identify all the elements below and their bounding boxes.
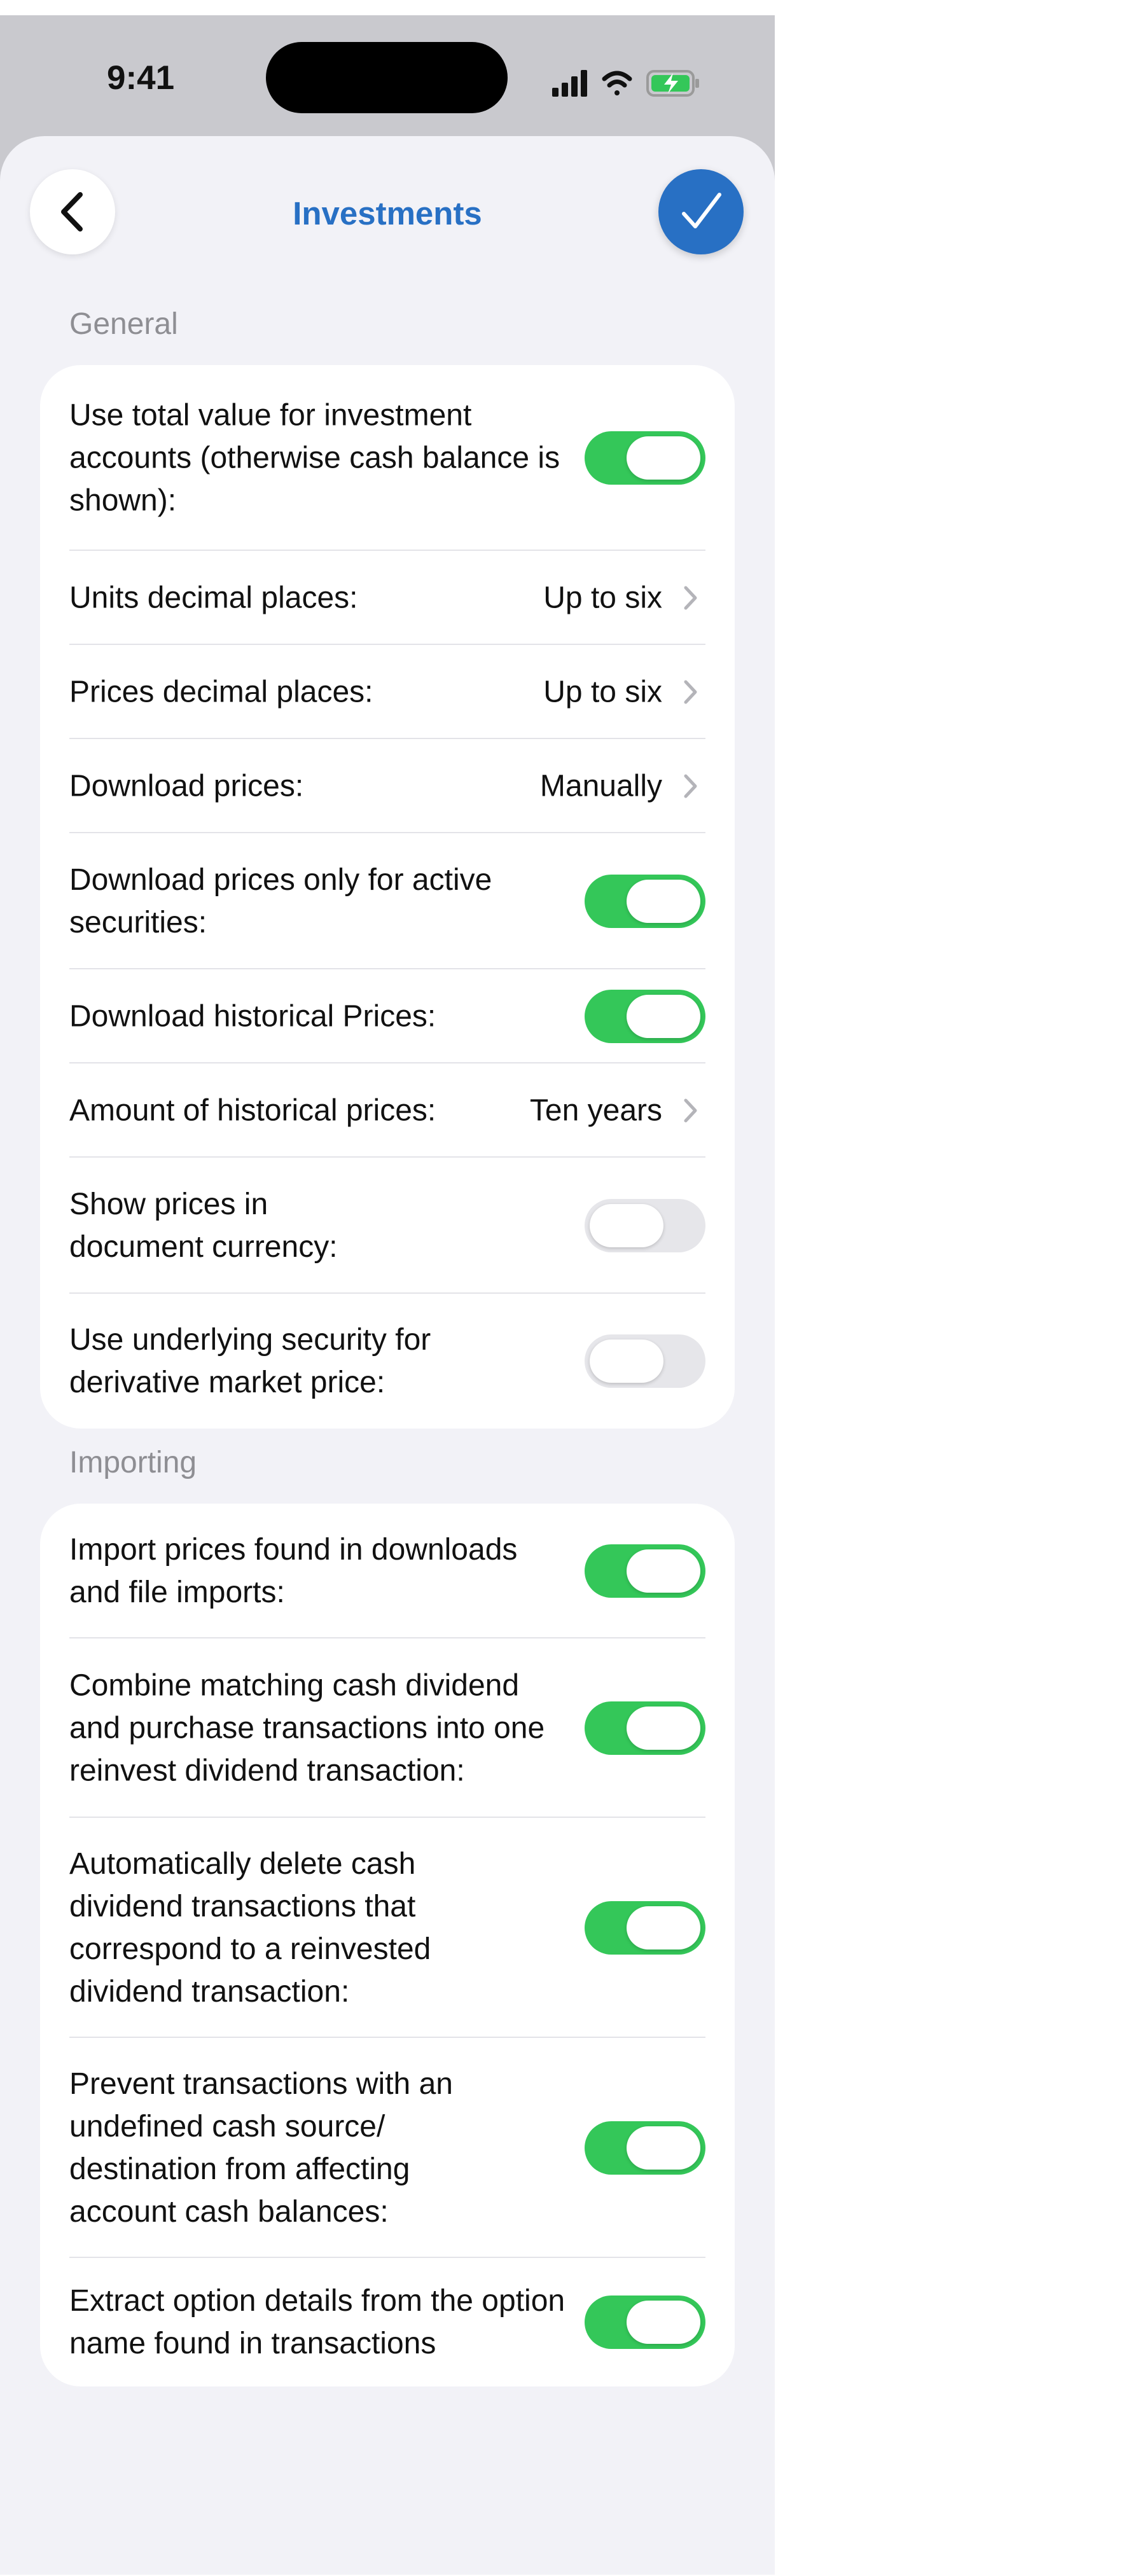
setting-row-total-value: Use total value for investment accounts … <box>40 365 735 551</box>
setting-row-delete-dividends: Automatically delete cash dividend trans… <box>40 1818 735 2038</box>
setting-label: Import prices found in downloads and fil… <box>69 1533 518 1609</box>
setting-label: Units decimal places: <box>69 581 358 615</box>
setting-label: Extract option details from the option n… <box>69 2284 566 2360</box>
setting-label: Show prices in document currency: <box>69 1188 338 1264</box>
navigation-bar: Investments <box>0 136 775 289</box>
chevron-right-icon <box>684 774 697 798</box>
setting-row-historical-prices: Download historical Prices: <box>40 969 735 1063</box>
setting-label: Use underlying security for derivative m… <box>69 1323 431 1399</box>
importing-settings-card: Import prices found in downloads and fil… <box>40 1504 735 2386</box>
delete-dividends-toggle[interactable] <box>585 1901 705 1955</box>
chevron-right-icon <box>684 1098 697 1123</box>
setting-value: Ten years <box>529 1093 662 1128</box>
combine-dividends-toggle[interactable] <box>585 1701 705 1755</box>
setting-row-extract-option-details: Extract option details from the option n… <box>40 2258 735 2386</box>
underlying-security-toggle[interactable] <box>585 1334 705 1388</box>
section-header-importing: Importing <box>69 1446 197 1479</box>
import-prices-toggle[interactable] <box>585 1544 705 1598</box>
settings-sheet: Investments General Use total value for … <box>0 136 775 2575</box>
phone-screen: 9:41 Investments General Use total value… <box>0 15 775 2575</box>
done-button[interactable] <box>658 169 744 254</box>
active-securities-toggle[interactable] <box>585 875 705 928</box>
document-currency-toggle[interactable] <box>585 1199 705 1252</box>
chevron-right-icon <box>684 680 697 704</box>
setting-row-prices-decimals[interactable]: Prices decimal places: Up to six <box>40 645 735 739</box>
dynamic-island <box>266 42 508 113</box>
setting-row-units-decimals[interactable]: Units decimal places: Up to six <box>40 551 735 645</box>
setting-row-undefined-cash-source: Prevent transactions with an undefined c… <box>40 2038 735 2258</box>
chevron-right-icon <box>684 586 697 610</box>
status-time: 9:41 <box>107 59 175 97</box>
general-settings-card: Use total value for investment accounts … <box>40 365 735 1429</box>
setting-row-document-currency: Show prices in document currency: <box>40 1158 735 1294</box>
setting-row-combine-dividends: Combine matching cash dividend and purch… <box>40 1638 735 1818</box>
section-header-general: General <box>69 307 178 341</box>
setting-label: Amount of historical prices: <box>69 1093 436 1128</box>
setting-value: Manually <box>539 769 662 803</box>
wifi-icon <box>602 71 632 95</box>
status-icons <box>552 70 699 97</box>
setting-value: Up to six <box>543 581 662 615</box>
setting-label: Combine matching cash dividend and purch… <box>69 1668 545 1788</box>
cellular-signal-icon <box>552 70 587 97</box>
setting-row-historical-amount[interactable]: Amount of historical prices: Ten years <box>40 1063 735 1158</box>
setting-label: Prices decimal places: <box>69 675 373 709</box>
status-bar: 9:41 <box>0 15 775 142</box>
setting-label: Download prices: <box>69 769 304 803</box>
checkmark-icon <box>682 193 721 228</box>
setting-label: Automatically delete cash dividend trans… <box>69 1847 431 2009</box>
extract-option-details-toggle[interactable] <box>585 2296 705 2349</box>
setting-row-active-securities: Download prices only for active securiti… <box>40 833 735 969</box>
historical-prices-toggle[interactable] <box>585 990 705 1043</box>
setting-label: Prevent transactions with an undefined c… <box>69 2067 453 2229</box>
setting-value: Up to six <box>543 675 662 709</box>
setting-row-import-prices: Import prices found in downloads and fil… <box>40 1504 735 1638</box>
setting-row-download-prices[interactable]: Download prices: Manually <box>40 739 735 833</box>
setting-row-underlying-security: Use underlying security for derivative m… <box>40 1294 735 1429</box>
undefined-cash-source-toggle[interactable] <box>585 2121 705 2175</box>
setting-label: Download historical Prices: <box>69 999 436 1034</box>
setting-label: Use total value for investment accounts … <box>69 398 560 518</box>
setting-label: Download prices only for active securiti… <box>69 863 492 939</box>
battery-charging-icon <box>646 70 699 97</box>
total-value-toggle[interactable] <box>585 431 705 485</box>
